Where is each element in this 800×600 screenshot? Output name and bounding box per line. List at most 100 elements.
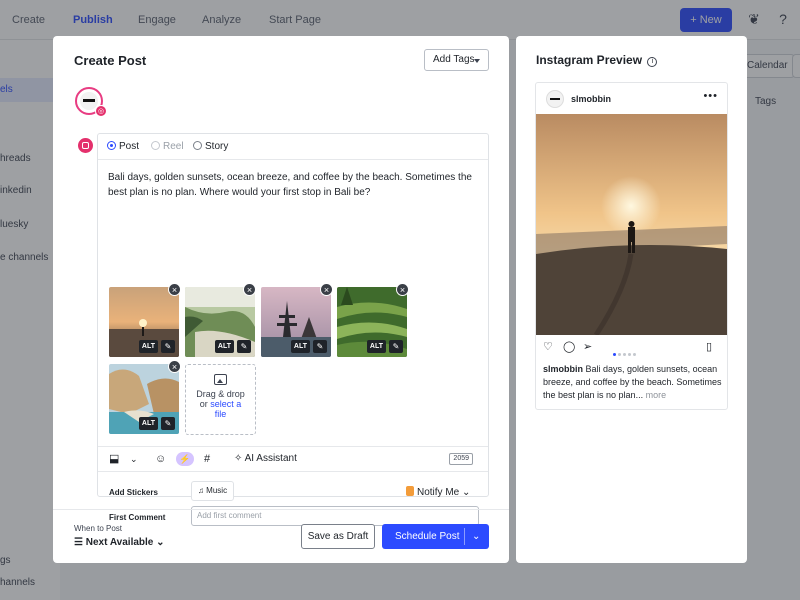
notification-icon bbox=[406, 486, 414, 496]
more-link[interactable]: more bbox=[646, 390, 667, 400]
alt-text-button[interactable]: ALT bbox=[214, 340, 234, 353]
chevron-down-icon: ⌄ bbox=[462, 487, 471, 498]
queue-icon: ☰ bbox=[74, 537, 86, 548]
radio-icon bbox=[193, 141, 202, 150]
pencil-icon[interactable]: ✎ bbox=[161, 340, 175, 353]
post-type-label: Reel bbox=[163, 141, 184, 152]
caption-username: slmobbin bbox=[543, 364, 583, 374]
schedule-post-label: Schedule Post bbox=[395, 531, 460, 542]
alt-text-button[interactable]: ALT bbox=[290, 340, 310, 353]
select-file-link-cont[interactable]: file bbox=[186, 409, 255, 419]
remove-media-icon[interactable]: × bbox=[168, 360, 181, 373]
music-note-icon: ♫ bbox=[197, 486, 207, 495]
comment-icon: ◯ bbox=[563, 341, 576, 353]
when-to-post-label: When to Post bbox=[74, 524, 123, 533]
schedule-post-button[interactable]: Schedule Post ⌄ bbox=[382, 524, 489, 549]
post-type-label: Post bbox=[119, 141, 140, 152]
media-thumbnail[interactable]: ALT ✎ bbox=[185, 287, 255, 357]
chevron-down-icon[interactable]: ⌄ bbox=[130, 453, 138, 465]
post-type-reel: Reel bbox=[151, 141, 184, 152]
carousel-dot bbox=[633, 353, 636, 356]
carousel-dot bbox=[628, 353, 631, 356]
caption-textarea[interactable]: Bali days, golden sunsets, ocean breeze,… bbox=[108, 170, 478, 200]
dropzone-line2: or select a bbox=[186, 399, 255, 409]
pencil-icon[interactable]: ✎ bbox=[389, 340, 403, 353]
when-to-post-value: Next Available bbox=[85, 537, 154, 548]
chevron-down-icon[interactable]: ⌄ bbox=[472, 524, 480, 549]
music-sticker-button[interactable]: ♫ Music bbox=[191, 481, 234, 501]
pencil-icon[interactable]: ✎ bbox=[161, 417, 175, 430]
modal-title: Create Post bbox=[74, 53, 147, 68]
pencil-icon[interactable]: ✎ bbox=[313, 340, 327, 353]
radio-icon bbox=[151, 141, 160, 150]
remove-media-icon[interactable]: × bbox=[168, 283, 181, 296]
ai-assistant-label: AI Assistant bbox=[244, 453, 297, 464]
remove-media-icon[interactable]: × bbox=[396, 283, 409, 296]
heart-icon: ♡ bbox=[543, 341, 553, 353]
post-type-story[interactable]: Story bbox=[193, 141, 228, 152]
carousel-dot bbox=[618, 353, 621, 356]
editor-toolbar: ⬓ ⌄ ☺ ⚡ # ✧ AI Assistant 2059 bbox=[98, 446, 488, 472]
preview-caption: slmobbin Bali days, golden sunsets, ocea… bbox=[543, 363, 725, 402]
save-as-draft-button[interactable]: Save as Draft bbox=[301, 524, 375, 549]
image-icon bbox=[214, 374, 227, 385]
dropzone-prefix: or bbox=[199, 399, 211, 409]
media-upload-icon[interactable]: ⬓ bbox=[109, 453, 119, 465]
carousel-dot bbox=[623, 353, 626, 356]
create-post-modal: Create Post Add Tags ◎ Post Reel Story B… bbox=[53, 36, 509, 563]
caret-down-icon bbox=[474, 59, 480, 63]
alt-text-button[interactable]: ALT bbox=[138, 417, 158, 430]
remove-media-icon[interactable]: × bbox=[243, 283, 256, 296]
carousel-dot bbox=[613, 353, 616, 356]
chevron-down-icon: ⌄ bbox=[156, 537, 165, 548]
media-thumbnail[interactable]: ALT ✎ bbox=[261, 287, 331, 357]
post-type-post[interactable]: Post bbox=[107, 141, 139, 152]
notify-me-dropdown[interactable]: Notify Me ⌄ bbox=[406, 486, 470, 498]
instagram-badge-icon: ◎ bbox=[95, 105, 107, 117]
selected-account-avatar[interactable]: ◎ bbox=[75, 87, 107, 117]
pencil-icon[interactable]: ✎ bbox=[237, 340, 251, 353]
preview-title-text: Instagram Preview bbox=[536, 53, 643, 67]
preview-photo bbox=[536, 114, 727, 335]
instagram-channel-icon bbox=[78, 138, 93, 153]
add-tags-label: Add Tags bbox=[433, 54, 475, 65]
preview-username: slmobbin bbox=[571, 94, 611, 104]
carousel-indicator bbox=[613, 345, 638, 359]
first-comment-label: First Comment bbox=[109, 513, 166, 522]
remove-media-icon[interactable]: × bbox=[320, 283, 333, 296]
media-thumbnail[interactable]: ALT ✎ bbox=[109, 287, 179, 357]
post-editor: Post Reel Story Bali days, golden sunset… bbox=[97, 133, 489, 526]
share-icon: ➢ bbox=[583, 341, 593, 353]
info-icon[interactable]: i bbox=[647, 57, 658, 67]
select-file-link[interactable]: select a bbox=[210, 399, 241, 409]
dropzone-line1: Drag & drop bbox=[196, 389, 245, 399]
avatar bbox=[546, 90, 564, 108]
media-thumbnail[interactable]: ALT ✎ bbox=[337, 287, 407, 357]
media-thumbnail[interactable]: ALT ✎ bbox=[109, 364, 179, 434]
instagram-preview-panel: Instagram Preview i slmobbin ••• ♡ ◯ ➢ ▯ bbox=[516, 36, 747, 563]
alt-text-button[interactable]: ALT bbox=[138, 340, 158, 353]
preview-action-bar: ♡ ◯ ➢ ▯ bbox=[536, 339, 727, 357]
radio-checked-icon bbox=[107, 141, 116, 150]
post-type-label: Story bbox=[205, 141, 229, 152]
add-tags-button[interactable]: Add Tags bbox=[424, 49, 489, 71]
lightning-icon[interactable]: ⚡ bbox=[176, 452, 194, 466]
preview-title: Instagram Preview i bbox=[536, 53, 658, 67]
when-to-post-dropdown[interactable]: ☰ Next Available ⌄ bbox=[74, 537, 165, 548]
emoji-icon[interactable]: ☺ bbox=[155, 453, 166, 465]
ai-assistant-button[interactable]: ✧ AI Assistant bbox=[234, 453, 297, 464]
notify-label: Notify Me bbox=[417, 487, 460, 498]
character-count: 2059 bbox=[449, 453, 473, 465]
add-stickers-label: Add Stickers bbox=[109, 488, 158, 497]
bookmark-icon: ▯ bbox=[706, 341, 713, 353]
music-label: Music bbox=[206, 486, 228, 495]
hashtag-icon[interactable]: # bbox=[204, 453, 210, 465]
button-separator bbox=[464, 528, 465, 545]
post-type-selector: Post Reel Story bbox=[98, 134, 488, 160]
media-dropzone[interactable]: Drag & drop or select a file bbox=[185, 364, 256, 435]
footer-divider bbox=[53, 509, 509, 510]
instagram-post-card: slmobbin ••• ♡ ◯ ➢ ▯ slmobbin Bali days,… bbox=[535, 82, 728, 410]
more-options-icon[interactable]: ••• bbox=[703, 90, 718, 102]
alt-text-button[interactable]: ALT bbox=[366, 340, 386, 353]
magic-wand-icon: ✧ bbox=[234, 453, 245, 464]
